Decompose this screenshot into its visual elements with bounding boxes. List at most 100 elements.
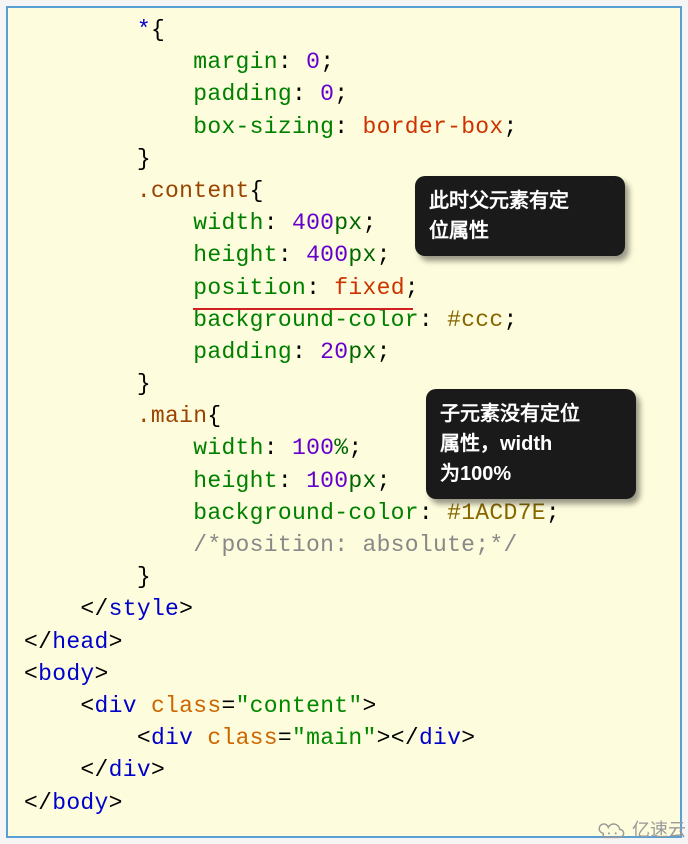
colon: : [264, 435, 278, 461]
prop-width: width [193, 435, 264, 461]
selector-content: .content [137, 178, 250, 204]
colon: : [278, 468, 292, 494]
prop-margin: margin [193, 49, 278, 75]
tooltip-text: 此时父元素有定 [429, 186, 611, 216]
selector-main: .main [137, 403, 208, 429]
brace-close: } [137, 371, 151, 397]
prop-bgcolor: background-color [193, 307, 419, 333]
unit-px: px [348, 468, 376, 494]
semicolon: ; [377, 339, 391, 365]
code-line: position: fixed; [24, 272, 680, 304]
selector-star: * [137, 17, 151, 43]
code-line: <div class="content"> [24, 690, 680, 722]
semicolon: ; [504, 114, 518, 140]
brace-close: } [137, 146, 151, 172]
lt: < [80, 596, 94, 622]
lt: < [80, 757, 94, 783]
code-line: </body> [24, 787, 680, 819]
semicolon: ; [363, 210, 377, 236]
unit-px: px [348, 242, 376, 268]
prop-position: position [193, 275, 306, 301]
tooltip-text: 为100% [440, 459, 622, 489]
tooltip-text: 位属性 [429, 216, 611, 246]
semicolon: ; [334, 81, 348, 107]
gt: > [95, 661, 109, 687]
attr-class: class [207, 725, 278, 751]
tooltip-parent-position: 此时父元素有定 位属性 [415, 176, 625, 256]
slash: / [405, 725, 419, 751]
val-0: 0 [320, 81, 334, 107]
gt: > [461, 725, 475, 751]
tooltip-text: 属性，width [440, 429, 622, 459]
val-borderbox: border-box [362, 114, 503, 140]
gt: > [179, 596, 193, 622]
code-editor-panel: *{ margin: 0; padding: 0; box-sizing: bo… [6, 6, 682, 838]
gt: > [109, 629, 123, 655]
gt: > [363, 693, 377, 719]
watermark: 亿速云 [594, 816, 686, 842]
tag-div: div [151, 725, 193, 751]
watermark-text: 亿速云 [632, 816, 686, 842]
str-main: "main" [292, 725, 377, 751]
val-400: 400 [306, 242, 348, 268]
code-line: /*position: absolute;*/ [24, 529, 680, 561]
tag-div: div [419, 725, 461, 751]
colon: : [292, 339, 306, 365]
colon: : [292, 81, 306, 107]
code-line: <body> [24, 658, 680, 690]
brace-open: { [250, 178, 264, 204]
code-line: </div> [24, 754, 680, 786]
code-line: } [24, 561, 680, 593]
brace-close: } [137, 564, 151, 590]
str-content: "content" [236, 693, 363, 719]
code-line: background-color: #1ACD7E; [24, 497, 680, 529]
colon: : [306, 275, 320, 301]
tooltip-child-width: 子元素没有定位 属性，width 为100% [426, 389, 636, 499]
colon: : [278, 49, 292, 75]
cloud-icon [594, 818, 628, 839]
gt: > [377, 725, 391, 751]
code-line: margin: 0; [24, 46, 680, 78]
prop-height: height [193, 468, 278, 494]
eq: = [278, 725, 292, 751]
semicolon: ; [405, 275, 419, 301]
attr-class: class [151, 693, 222, 719]
val-20: 20 [320, 339, 348, 365]
lt: < [24, 629, 38, 655]
code-line: </style> [24, 593, 680, 625]
underline-highlight [193, 308, 413, 310]
tag-head: head [52, 629, 108, 655]
lt: < [137, 725, 151, 751]
code-line: box-sizing: border-box; [24, 111, 680, 143]
semicolon: ; [377, 468, 391, 494]
brace-open: { [151, 17, 165, 43]
lt: < [24, 661, 38, 687]
unit-px: px [348, 339, 376, 365]
unit-px: px [334, 210, 362, 236]
colon: : [278, 242, 292, 268]
val-0: 0 [306, 49, 320, 75]
tag-style: style [109, 596, 180, 622]
colon: : [334, 114, 348, 140]
prop-height: height [193, 242, 278, 268]
slash: / [38, 790, 52, 816]
code-line: </head> [24, 626, 680, 658]
code-line: padding: 0; [24, 78, 680, 110]
tag-div: div [109, 757, 151, 783]
unit-pct: % [334, 435, 348, 461]
tag-body: body [38, 661, 94, 687]
val-ccc: #ccc [447, 307, 503, 333]
slash: / [38, 629, 52, 655]
code-line: <div class="main"></div> [24, 722, 680, 754]
prop-boxsizing: box-sizing [193, 114, 334, 140]
prop-width: width [193, 210, 264, 236]
semicolon: ; [377, 242, 391, 268]
tag-body: body [52, 790, 108, 816]
brace-open: { [207, 403, 221, 429]
val-1acd7e: #1ACD7E [447, 500, 546, 526]
code-line: padding: 20px; [24, 336, 680, 368]
comment-position: /*position: absolute;*/ [193, 532, 517, 558]
prop-padding: padding [193, 339, 292, 365]
colon: : [419, 307, 433, 333]
val-100: 100 [292, 435, 334, 461]
